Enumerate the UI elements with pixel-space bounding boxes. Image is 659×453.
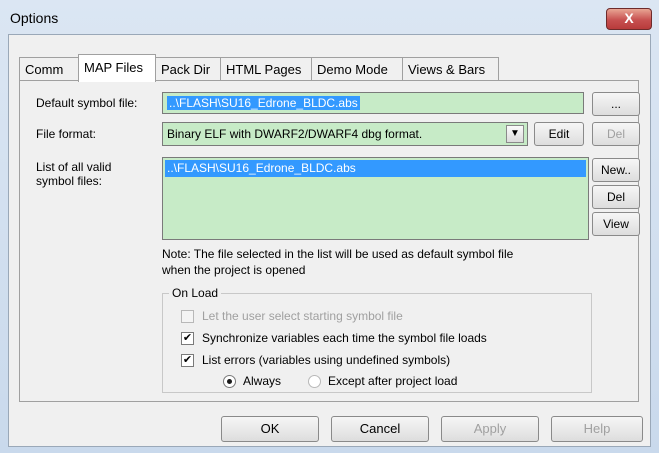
tab-pack-dir[interactable]: Pack Dir <box>155 57 221 81</box>
default-symbol-field[interactable]: ..\FLASH\SU16_Edrone_BLDC.abs <box>162 92 584 114</box>
always-radio[interactable] <box>223 375 236 388</box>
file-format-select[interactable]: Binary ELF with DWARF2/DWARF4 dbg format… <box>162 122 528 146</box>
title-bar[interactable]: Options <box>0 0 659 34</box>
del-button[interactable]: Del <box>592 185 640 209</box>
sync-variables-checkbox[interactable]: ✔ <box>181 332 194 345</box>
close-button[interactable]: X <box>606 8 652 30</box>
radio-selected-dot <box>227 379 232 384</box>
view-button[interactable]: View <box>592 212 640 236</box>
symbol-list-label-line2: symbol files: <box>36 174 103 188</box>
tab-map-files[interactable]: MAP Files <box>78 54 156 82</box>
list-errors-checkbox[interactable]: ✔ <box>181 354 194 367</box>
tab-comm[interactable]: Comm <box>19 57 79 81</box>
chevron-down-icon[interactable]: ▼ <box>506 125 524 143</box>
list-item[interactable]: ..\FLASH\SU16_Edrone_BLDC.abs <box>165 160 586 177</box>
symbol-list-label-line1: List of all valid <box>36 160 112 174</box>
tab-label: Comm <box>25 62 64 77</box>
checkmark-icon: ✔ <box>182 354 193 366</box>
sync-variables-label: Synchronize variables each time the symb… <box>202 331 487 345</box>
default-symbol-label: Default symbol file: <box>36 96 138 110</box>
tab-label: MAP Files <box>84 60 143 75</box>
symbol-file-list[interactable]: ..\FLASH\SU16_Edrone_BLDC.abs <box>162 157 589 240</box>
default-symbol-value: ..\FLASH\SU16_Edrone_BLDC.abs <box>167 96 360 110</box>
browse-button[interactable]: ... <box>592 92 640 116</box>
tab-views-bars[interactable]: Views & Bars <box>402 57 499 81</box>
del-format-button[interactable]: Del <box>592 122 640 146</box>
edit-button[interactable]: Edit <box>534 122 584 146</box>
file-format-label: File format: <box>36 127 97 141</box>
on-load-legend: On Load <box>169 286 222 300</box>
checkmark-icon: ✔ <box>182 332 193 344</box>
user-select-label: Let the user select starting symbol file <box>202 309 403 323</box>
tab-label: Pack Dir <box>161 62 211 77</box>
tab-demo-mode[interactable]: Demo Mode <box>311 57 403 81</box>
tab-html-pages[interactable]: HTML Pages <box>220 57 312 81</box>
ok-button[interactable]: OK <box>221 416 319 442</box>
cancel-button[interactable]: Cancel <box>331 416 429 442</box>
user-select-checkbox[interactable] <box>181 310 194 323</box>
except-label: Except after project load <box>328 374 458 388</box>
list-errors-label: List errors (variables using undefined s… <box>202 353 451 367</box>
close-icon: X <box>624 10 634 26</box>
tab-label: HTML Pages <box>226 62 302 77</box>
file-format-value: Binary ELF with DWARF2/DWARF4 dbg format… <box>167 127 423 141</box>
apply-button[interactable]: Apply <box>441 416 539 442</box>
window-title: Options <box>10 10 59 26</box>
except-radio[interactable] <box>308 375 321 388</box>
new-button[interactable]: New.. <box>592 158 640 182</box>
note-line-1: Note: The file selected in the list will… <box>162 247 514 261</box>
always-label: Always <box>243 374 282 388</box>
note-line-2: when the project is opened <box>162 263 306 277</box>
tab-label: Views & Bars <box>408 62 486 77</box>
tab-label: Demo Mode <box>317 62 388 77</box>
help-button[interactable]: Help <box>551 416 643 442</box>
